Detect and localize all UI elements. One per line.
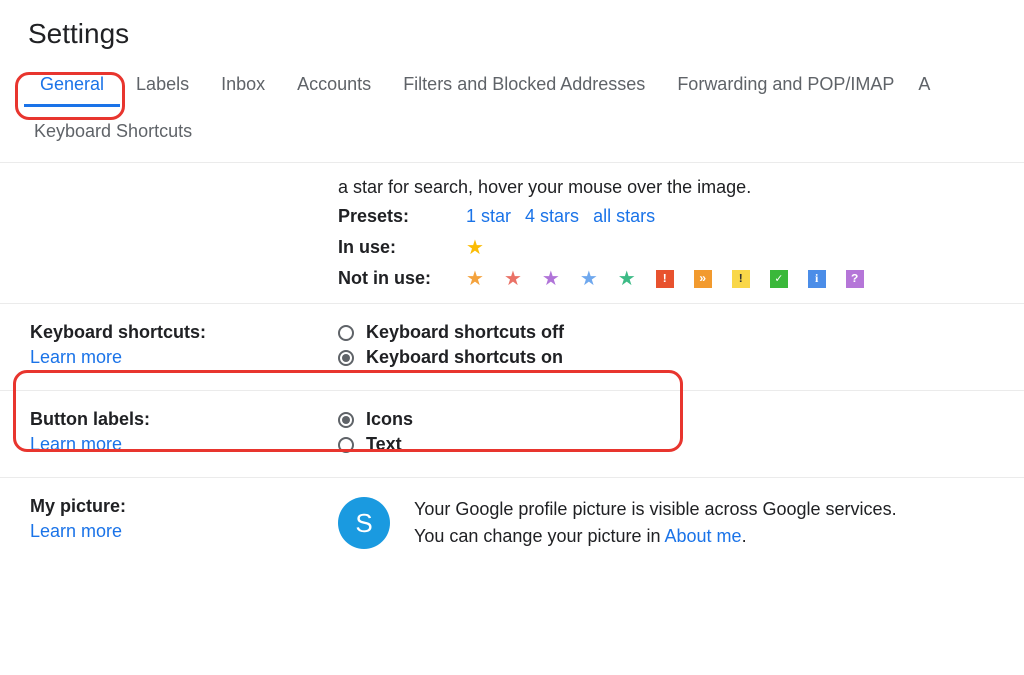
about-me-link[interactable]: About me	[665, 526, 742, 546]
keyboard-shortcuts-row: Keyboard shortcuts: Learn more Keyboard …	[0, 304, 1024, 391]
preset-all-stars[interactable]: all stars	[593, 206, 655, 227]
my-picture-desc-line1: Your Google profile picture is visible a…	[414, 499, 897, 519]
tab-labels[interactable]: Labels	[120, 62, 205, 107]
radio-kbs-off-label: Keyboard shortcuts off	[366, 322, 564, 343]
chevron-orange-icon[interactable]: »	[694, 270, 712, 288]
my-picture-desc-line2a: You can change your picture in	[414, 526, 665, 546]
bang-yellow-icon[interactable]: !	[732, 270, 750, 288]
radio-kbs-on[interactable]	[338, 350, 354, 366]
tab-addons-truncated[interactable]: A	[910, 62, 930, 107]
keyboard-shortcuts-title: Keyboard shortcuts:	[30, 322, 206, 342]
tab-general[interactable]: General	[24, 62, 120, 107]
preset-4-stars[interactable]: 4 stars	[525, 206, 579, 227]
star-yellow-icon[interactable]: ★	[466, 238, 484, 258]
in-use-label: In use:	[338, 237, 466, 258]
button-labels-title: Button labels:	[30, 409, 150, 429]
my-picture-row: My picture: Learn more S Your Google pro…	[0, 478, 1024, 568]
tab-forwarding[interactable]: Forwarding and POP/IMAP	[661, 62, 910, 107]
tab-filters[interactable]: Filters and Blocked Addresses	[387, 62, 661, 107]
question-purple-icon[interactable]: ?	[846, 270, 864, 288]
bang-red-icon[interactable]: !	[656, 270, 674, 288]
presets-label: Presets:	[338, 206, 466, 227]
radio-text-label: Text	[366, 434, 402, 455]
check-green-icon[interactable]: ✓	[770, 270, 788, 288]
my-picture-desc-line2b: .	[742, 526, 747, 546]
star-green-icon[interactable]: ★	[618, 269, 636, 289]
radio-kbs-on-label: Keyboard shortcuts on	[366, 347, 563, 368]
radio-text[interactable]	[338, 437, 354, 453]
star-red-icon[interactable]: ★	[504, 269, 522, 289]
button-labels-learn-more[interactable]: Learn more	[30, 434, 338, 455]
star-blue-icon[interactable]: ★	[580, 269, 598, 289]
stars-hint-text: a star for search, hover your mouse over…	[338, 177, 1024, 198]
radio-icons-label: Icons	[366, 409, 413, 430]
my-picture-description: Your Google profile picture is visible a…	[414, 496, 897, 550]
avatar[interactable]: S	[338, 497, 390, 549]
preset-1-star[interactable]: 1 star	[466, 206, 511, 227]
not-in-use-label: Not in use:	[338, 268, 466, 289]
stars-section: a star for search, hover your mouse over…	[30, 163, 1024, 289]
page-title: Settings	[0, 0, 1024, 62]
star-orange-icon[interactable]: ★	[466, 269, 484, 289]
tab-keyboard-shortcuts[interactable]: Keyboard Shortcuts	[24, 111, 208, 152]
my-picture-title: My picture:	[30, 496, 126, 516]
info-blue-icon[interactable]: i	[808, 270, 826, 288]
star-purple-icon[interactable]: ★	[542, 269, 560, 289]
radio-kbs-off[interactable]	[338, 325, 354, 341]
my-picture-learn-more[interactable]: Learn more	[30, 521, 338, 542]
tab-accounts[interactable]: Accounts	[281, 62, 387, 107]
tab-inbox[interactable]: Inbox	[205, 62, 281, 107]
keyboard-shortcuts-learn-more[interactable]: Learn more	[30, 347, 338, 368]
radio-icons[interactable]	[338, 412, 354, 428]
tab-bar: General Labels Inbox Accounts Filters an…	[0, 62, 1024, 163]
button-labels-row: Button labels: Learn more Icons Text	[0, 391, 1024, 478]
